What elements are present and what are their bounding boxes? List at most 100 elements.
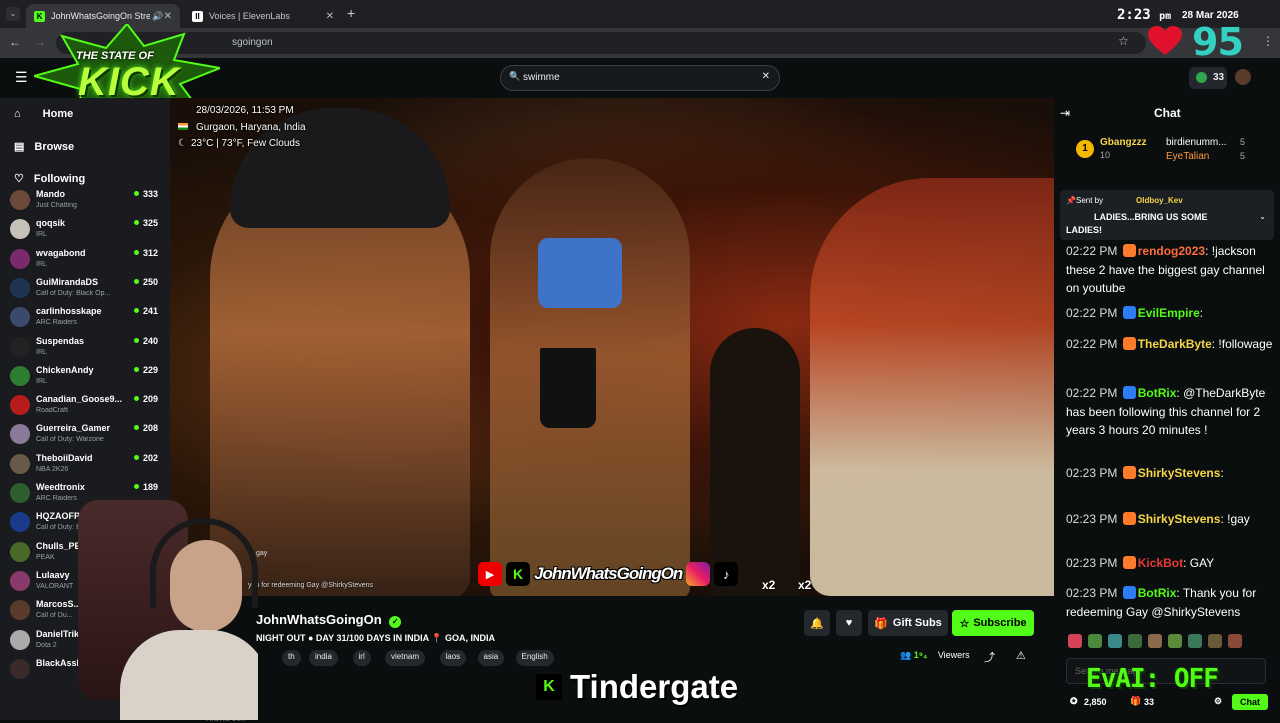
emote-icon[interactable] [1188,634,1202,648]
chat-send-button[interactable]: Chat [1232,694,1268,710]
message-time: 02:23 PM [1066,556,1118,570]
leaderboard: 1 Gbangzzz 10 birdienumm... 5 EyeTalian … [1054,132,1280,172]
emote-icon[interactable] [1168,634,1182,648]
channel-avatar [10,336,30,357]
settings-gear-icon[interactable]: ⚙ [1214,696,1222,707]
chat-message[interactable]: 02:22 PM BotRix: @TheDarkByte has been f… [1066,384,1274,440]
stream-tag[interactable]: th [282,650,301,666]
chat-message[interactable]: 02:22 PM rendog2023: !jackson these 2 ha… [1066,242,1274,298]
channel-avatar [10,307,30,328]
browse-icon: ▤ [14,141,25,153]
nav-home[interactable]: ⌂ Home [14,108,73,120]
channel-name: Suspendas [36,335,85,346]
tab-close-icon[interactable]: ✕ [164,11,172,22]
emote-icon[interactable] [1128,634,1142,648]
message-user[interactable]: KickBot [1138,556,1183,570]
stream-tag[interactable]: English [515,650,554,666]
emote-icon[interactable] [1228,634,1242,648]
emote-icon[interactable] [1208,634,1222,648]
new-tab-button[interactable]: + [347,5,355,21]
elevenlabs-favicon-icon: II [192,10,203,22]
user-badge-icon [1122,244,1136,257]
channel-item[interactable]: qoqsik IRL 325 [10,215,160,244]
message-user[interactable]: BotRix [1138,386,1177,400]
nav-browse[interactable]: ▤ Browse [14,140,74,154]
channel-item[interactable]: wvagabond IRL 312 [10,245,160,274]
message-user[interactable]: TheDarkByte [1138,337,1212,351]
gift-subs-button[interactable]: 🎁 Gift Subs [868,610,948,636]
channel-category: Call of Duty: Warzone [36,436,104,444]
video-player[interactable]: 28/03/2026, 11:53 PM Gurgaon, Haryana, I… [170,98,1054,596]
share-icon[interactable]: ⤴ [984,649,995,665]
stream-tag[interactable]: asia [477,650,505,666]
heart-icon: ♥ [845,617,853,629]
subscribe-label: Subscribe [973,617,1027,629]
message-user[interactable]: BotRix [1138,586,1177,600]
channel-viewers: 325 [134,218,158,228]
chat-message[interactable]: 02:23 PM KickBot: GAY [1066,554,1274,573]
pinned-message[interactable]: 📌 Sent by Oldboy_Kev LADIES...BRING US S… [1060,190,1274,240]
hamburger-menu-icon[interactable]: ☰ [15,69,28,86]
tab-close-icon[interactable]: ✕ [326,11,334,22]
chat-message[interactable]: 02:22 PM TheDarkByte: !followage [1066,335,1274,354]
tab-search-button[interactable]: ⌄ [6,7,20,21]
channel-avatar [10,248,30,269]
emote-icon[interactable] [1068,634,1082,648]
channel-item[interactable]: TheboiiDavid NBA 2K26 202 [10,450,160,479]
report-icon[interactable]: ⚠ [1016,649,1026,662]
emote-icon[interactable] [1148,634,1162,648]
channel-item[interactable]: Canadian_Goose9... RoadCraft 209 [10,391,160,420]
channel-viewers: 202 [134,453,158,463]
gift-count: 33 [1144,697,1155,707]
message-text: !followage [1218,337,1273,351]
channel-item[interactable]: ChickenAndy IRL 229 [10,362,160,391]
chat-message[interactable]: 02:23 PM ShirkyStevens: !gay [1066,510,1274,529]
clear-search-icon[interactable]: ✕ [762,71,770,82]
moon-cloud-icon: ☾ [178,138,187,149]
chat-panel: ⇥ Chat 1 Gbangzzz 10 birdienumm... 5 Eye… [1054,98,1280,720]
youtube-icon: ▶ [478,562,502,586]
stream-tag[interactable]: india [309,650,338,666]
channel-name: GuiMirandaDS [36,276,99,287]
search-input[interactable]: 🔍 swimme ✕ [500,65,780,91]
nav-following-label: Following [33,172,86,185]
channel-item[interactable]: carlinhosskape ARC Raiders 241 [10,303,160,332]
message-user[interactable]: ShirkyStevens [1138,512,1221,526]
channel-item[interactable]: Mando Just Chatting 333 [10,190,160,215]
collapse-chat-icon[interactable]: ⇥ [1060,106,1070,120]
chat-footer: ✪ 2,850 🎁 33 ⚙ Chat [1068,694,1280,712]
channel-name[interactable]: JohnWhatsGoingOn ✓ [256,612,402,628]
channel-item[interactable]: GuiMirandaDS Call of Duty: Black Op... 250 [10,274,160,303]
emote-icon[interactable] [1108,634,1122,648]
message-user[interactable]: rendog2023 [1138,244,1205,258]
notifications-button[interactable]: 🔔 [804,610,830,636]
chat-message[interactable]: 02:23 PM ShirkyStevens: [1066,464,1274,483]
subscribe-button[interactable]: ☆ Subscribe [952,610,1034,636]
stream-tag[interactable]: vietnam [385,650,426,666]
message-user[interactable]: ShirkyStevens [1138,466,1221,480]
message-user[interactable]: EvilEmpire [1138,306,1200,320]
back-icon[interactable]: ← [9,35,21,49]
url-text: sgoingon [232,37,273,48]
channel-name: TheboiiDavid [36,452,93,463]
user-badge-icon [1122,586,1136,599]
chat-message[interactable]: 02:22 PM EvilEmpire: [1066,304,1274,323]
bookmark-star-icon[interactable]: ☆ [1118,34,1129,48]
user-badge-icon [1122,512,1136,525]
user-badge-icon [1122,306,1136,319]
channel-item[interactable]: Suspendas IRL 240 [10,333,160,362]
emote-icon[interactable] [1088,634,1102,648]
menu-dots-icon[interactable]: ⋮ [1262,34,1274,48]
chat-message[interactable]: 02:23 PM BotRix: Thank you for redeeming… [1066,584,1274,621]
channel-points-icon: ✪ [1070,696,1078,706]
expand-pinned-icon[interactable]: ⌄ [1259,212,1266,221]
stream-tag[interactable]: irl [352,650,371,666]
user-badge-icon [1122,466,1136,479]
channel-item[interactable]: Guerreira_Gamer Call of Duty: Warzone 208 [10,420,160,449]
kick-points-badge[interactable]: 33 [1189,67,1227,89]
channel-avatar [10,424,30,445]
nav-following[interactable]: ♡ Following [14,172,86,186]
user-avatar[interactable] [1235,69,1251,85]
stream-tag[interactable]: laos [439,650,467,666]
follow-button[interactable]: ♥ [836,610,862,636]
